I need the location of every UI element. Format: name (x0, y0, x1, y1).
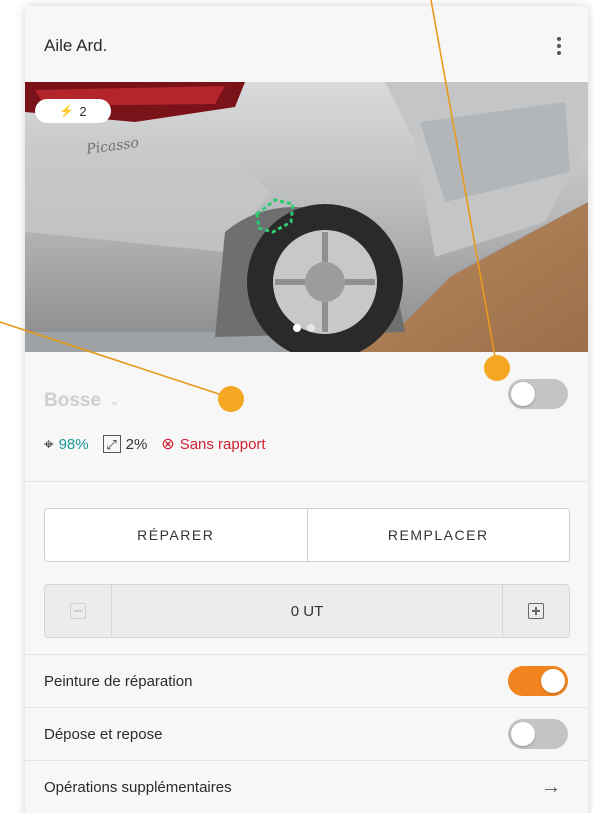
replace-button[interactable]: REMPLACER (306, 509, 570, 561)
repair-replace-group: RÉPARER REMPLACER (44, 508, 570, 562)
increment-button[interactable] (502, 585, 569, 637)
flash-icon: ⚡ (59, 104, 75, 118)
repair-paint-row: Peinture de réparation (25, 655, 588, 707)
confidence-value: 98% (58, 435, 89, 453)
remove-refit-row: Dépose et repose (25, 708, 588, 760)
report-status-label: Sans rapport (179, 435, 266, 453)
size-metric: ⤢ 2% (102, 435, 148, 453)
card-title: Aile Ard. (44, 36, 108, 55)
damage-type-label: Bosse (44, 390, 102, 411)
extra-operations-label: Opérations supplémentaires (44, 778, 232, 796)
toggle-knob (511, 722, 535, 746)
photo-dot-1[interactable] (293, 324, 301, 332)
arrow-right-icon[interactable]: → (541, 776, 561, 799)
report-status: ⊗ Sans rapport (161, 434, 265, 454)
size-value: 2% (125, 435, 148, 453)
photo-pagination (293, 324, 315, 332)
repair-paint-toggle[interactable] (508, 666, 568, 696)
crosshair-icon: ⌖ (44, 434, 54, 454)
detections-count: 2 (79, 103, 87, 119)
repair-paint-label: Peinture de réparation (44, 672, 193, 690)
decrement-button[interactable] (45, 585, 112, 637)
annotation-marker-damage-type (218, 386, 244, 412)
more-options-icon[interactable] (547, 32, 571, 60)
detections-badge: ⚡ 2 (35, 99, 111, 123)
minus-square-icon (70, 603, 86, 619)
extra-operations-row[interactable]: Opérations supplémentaires → (25, 761, 588, 813)
divider (25, 481, 588, 482)
labor-stepper: 0 UT (44, 584, 570, 638)
toggle-knob (541, 669, 565, 693)
toggle-knob (511, 382, 535, 406)
repair-button[interactable]: RÉPARER (45, 509, 307, 561)
photo-dot-2[interactable] (307, 324, 315, 332)
damage-card: Aile Ard. Picasso ⚡ 2 Bosse ⌄ ⌖ 98% ⤢ 2%… (25, 6, 588, 813)
damage-type-dropdown[interactable]: Bosse ⌄ (44, 390, 120, 412)
damage-toggle[interactable] (508, 379, 568, 409)
plus-square-icon (528, 603, 544, 619)
remove-refit-toggle[interactable] (508, 719, 568, 749)
expand-icon: ⤢ (102, 435, 121, 453)
annotation-marker-toggle (484, 355, 510, 381)
remove-refit-label: Dépose et repose (44, 725, 163, 743)
damage-metrics: ⌖ 98% ⤢ 2% ⊗ Sans rapport (44, 434, 280, 454)
confidence-metric: ⌖ 98% (44, 436, 89, 453)
damage-photo[interactable]: Picasso (25, 82, 588, 352)
screen: Aile Ard. Picasso ⚡ 2 Bosse ⌄ ⌖ 98% ⤢ 2%… (0, 0, 593, 813)
chevron-down-icon: ⌄ (109, 393, 120, 408)
card-header: Aile Ard. (25, 6, 588, 82)
labor-value: 0 UT (290, 602, 324, 620)
close-circle-icon: ⊗ (161, 436, 175, 453)
car-photo-illustration: Picasso (25, 82, 588, 352)
